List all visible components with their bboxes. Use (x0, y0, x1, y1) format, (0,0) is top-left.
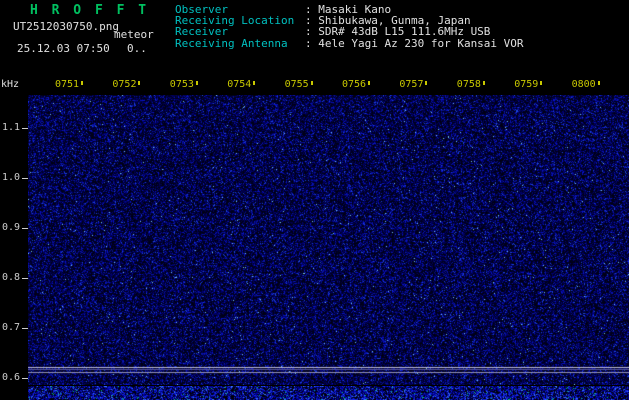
time-tick-mark (368, 81, 370, 85)
time-tick-label: 0758 (456, 79, 481, 90)
observation-info: Observer: Masaki Kano Receiving Location:… (175, 4, 625, 49)
info-field-label: Receiver (175, 25, 228, 39)
time-tick-mark (81, 81, 83, 85)
time-tick-label: 0753 (169, 79, 194, 90)
time-tick-mark (540, 81, 543, 85)
signal-level-strip-canvas (28, 386, 629, 400)
time-tick-label: 0756 (342, 79, 367, 90)
time-tick-mark (138, 81, 141, 85)
info-field-value: : 4ele Yagi Az 230 for Kansai VOR (305, 36, 524, 50)
time-tick-label: 0759 (514, 79, 539, 90)
time-tick-mark (597, 81, 600, 85)
frequency-tick-label: 0.8 (1, 272, 20, 283)
frequency-tick-label: 0.7 (1, 322, 20, 333)
time-tick-label: 0751 (55, 79, 80, 90)
frequency-tick-label: 1.1 (1, 122, 20, 133)
time-tick-label: 0757 (399, 79, 424, 90)
output-filename: UT2512030750.png (13, 20, 119, 33)
info-row: Receiving Antenna : 4ele Yagi Az 230 for … (175, 36, 625, 50)
frequency-tick-label: 1.0 (1, 172, 20, 183)
station-label: meteor (114, 28, 154, 41)
echo-counter: 0.. (127, 42, 147, 55)
time-tick-mark (195, 81, 198, 85)
time-tick-mark (310, 81, 313, 85)
frequency-tick-label: 0.6 (1, 372, 20, 383)
time-tick-label: 0800 (571, 79, 596, 90)
hrofft-output: H R O F F T UT2512030750.png meteor 25.1… (0, 0, 629, 400)
frequency-tick-label: 0.9 (1, 222, 20, 233)
time-tick-label: 0752 (112, 79, 137, 90)
time-tick-mark (253, 81, 256, 85)
time-tick-mark (482, 81, 485, 85)
time-tick-mark (425, 81, 428, 85)
time-tick-label: 0755 (284, 79, 309, 90)
y-axis-unit-label: kHz (1, 79, 20, 90)
observation-datetime: 25.12.03 07:50 (17, 42, 110, 55)
app-title: H R O F F T (30, 3, 150, 18)
info-field-label: Receiving Antenna (175, 36, 288, 50)
time-tick-label: 0754 (227, 79, 252, 90)
spectrogram-canvas (28, 95, 629, 385)
